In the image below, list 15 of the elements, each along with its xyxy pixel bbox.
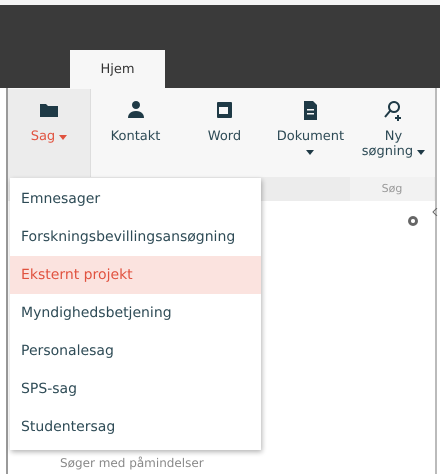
collapse-icon[interactable] xyxy=(432,208,438,216)
ribbon-button[interactable]: Kontakt xyxy=(91,89,180,177)
menu-item[interactable]: Emnesager xyxy=(10,180,261,218)
settings-icon[interactable] xyxy=(407,215,419,227)
menu-item[interactable]: SPS-sag xyxy=(10,370,261,408)
menu-item[interactable]: Studentersag xyxy=(10,408,261,446)
menu-item[interactable]: Personalesag xyxy=(10,332,261,370)
ribbon-button[interactable]: Dokument xyxy=(268,89,352,177)
ribbon-button[interactable]: Ny søgning xyxy=(352,89,435,177)
ribbon-tab[interactable]: Hjem xyxy=(70,50,165,88)
menu-item[interactable]: Myndighedsbetjening xyxy=(10,294,261,332)
hint-text: Søger med påmindelser xyxy=(60,456,204,470)
ribbon-button[interactable]: Word xyxy=(180,89,269,177)
menu-item[interactable]: Forskningsbevillingsansøgning xyxy=(10,218,261,256)
group-label: Søg xyxy=(350,177,434,201)
